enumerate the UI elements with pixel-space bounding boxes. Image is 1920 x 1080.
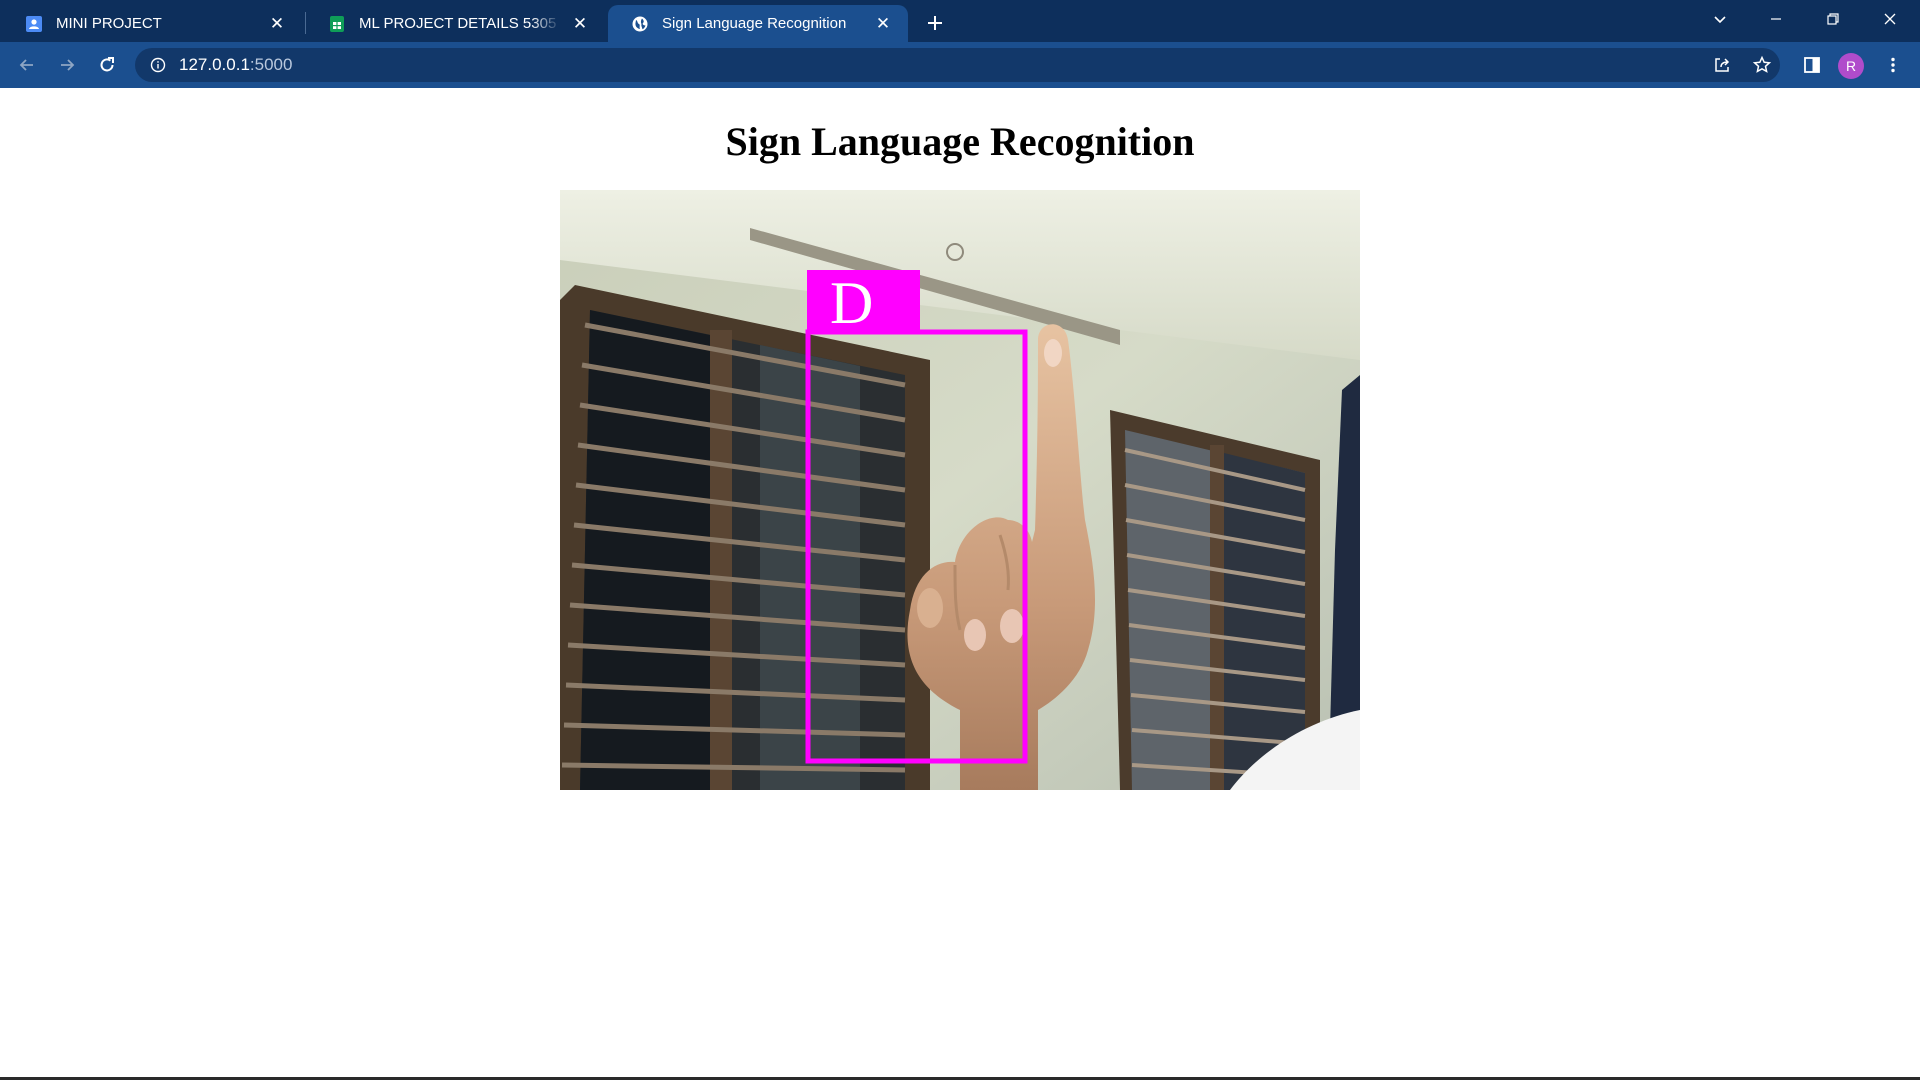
globe-icon <box>630 14 650 34</box>
google-sites-icon <box>24 14 44 34</box>
forward-button[interactable] <box>52 50 82 80</box>
close-icon[interactable]: ✕ <box>266 13 288 35</box>
minimize-button[interactable] <box>1748 0 1804 38</box>
close-icon[interactable]: ✕ <box>872 13 894 35</box>
share-icon <box>1715 58 1730 72</box>
detection-label: D <box>830 270 873 336</box>
url-port: :5000 <box>249 55 293 74</box>
tab-search-button[interactable] <box>1692 0 1748 38</box>
webcam-feed: D <box>560 190 1360 790</box>
close-window-button[interactable] <box>1862 0 1918 38</box>
side-panel-icon <box>1804 57 1820 73</box>
tab-ml-project-details[interactable]: ML PROJECT DETAILS 5305 - Google Sheets … <box>305 5 605 42</box>
back-button[interactable] <box>12 50 42 80</box>
bookmark-button[interactable] <box>1747 50 1777 80</box>
arrow-right-icon <box>61 59 75 71</box>
close-icon[interactable]: ✕ <box>569 13 591 35</box>
address-bar[interactable]: 127.0.0.1:5000 <box>135 48 1780 82</box>
tab-sign-language-recognition[interactable]: Sign Language Recognition ✕ <box>608 5 908 42</box>
plus-icon <box>928 16 942 30</box>
page-title: Sign Language Recognition <box>725 119 1195 164</box>
tab-title: MINI PROJECT <box>56 15 162 32</box>
share-button[interactable] <box>1707 50 1737 80</box>
restore-icon <box>1827 13 1839 25</box>
tab-title: Sign Language Recognition <box>662 15 847 32</box>
new-tab-button[interactable] <box>921 9 949 37</box>
star-icon <box>1752 55 1772 73</box>
more-vert-icon <box>1891 57 1895 73</box>
minimize-icon <box>1771 18 1781 20</box>
restore-button[interactable] <box>1805 0 1861 38</box>
reload-button[interactable] <box>92 50 122 80</box>
browser-toolbar: 127.0.0.1:5000 R <box>0 42 1920 88</box>
close-icon <box>1884 13 1896 25</box>
arrow-left-icon <box>19 59 33 71</box>
menu-button[interactable] <box>1878 50 1908 80</box>
tab-mini-project[interactable]: MINI PROJECT ✕ <box>2 5 302 42</box>
tab-strip: MINI PROJECT ✕ ML PROJECT DETAILS 5305 -… <box>0 0 1920 42</box>
url-host: 127.0.0.1 <box>179 55 250 74</box>
tab-title: ML PROJECT DETAILS 5305 - Google Sheets <box>359 15 561 32</box>
url-text: 127.0.0.1:5000 <box>179 55 292 75</box>
profile-avatar[interactable]: R <box>1838 53 1864 79</box>
side-panel-button[interactable] <box>1797 50 1827 80</box>
camera-frame-image: D <box>560 190 1360 790</box>
chevron-down-icon <box>1714 16 1726 24</box>
google-sheets-icon <box>327 14 347 34</box>
reload-icon <box>100 57 114 72</box>
page-content: Sign Language Recognition D <box>0 88 1920 1078</box>
info-icon[interactable] <box>149 56 167 74</box>
